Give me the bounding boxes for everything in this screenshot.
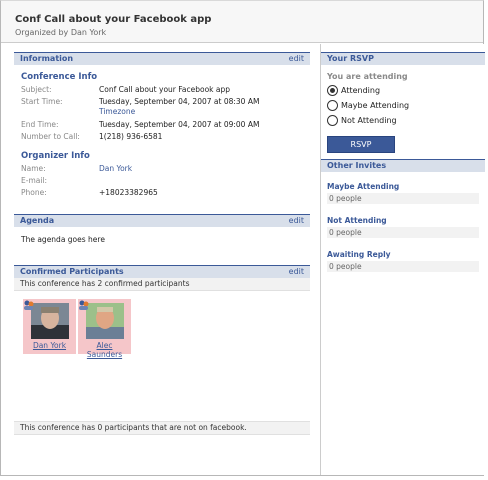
subject-label: Subject: (21, 85, 52, 94)
sidebar: Your RSVP You are attending Attending Ma… (320, 44, 485, 475)
name-row: Name: Dan York (14, 163, 310, 175)
friends-icon (24, 300, 34, 310)
radio-not-label: Not Attending (341, 116, 397, 125)
email-row: E-mail: (14, 175, 310, 187)
number-row: Number to Call: 1(218) 936-6581 (14, 131, 310, 143)
information-title: Information (20, 54, 74, 63)
radio-maybe-attending[interactable]: Maybe Attending (321, 100, 485, 115)
rsvp-title: Your RSVP (327, 54, 374, 63)
phone-row: Phone: +18023382965 (14, 187, 310, 199)
other-invites-bar: Other Invites (321, 159, 485, 172)
agenda-title: Agenda (20, 216, 55, 225)
start-time-row: Start Time: Tuesday, September 04, 2007 … (14, 96, 310, 119)
subject-value: Conf Call about your Facebook app (99, 85, 231, 94)
subject-row: Subject: Conf Call about your Facebook a… (14, 84, 310, 96)
name-label: Name: (21, 164, 46, 173)
agenda-bar: Agenda edit (14, 214, 310, 227)
rsvp-button[interactable]: RSVP (327, 136, 395, 153)
non-facebook-summary: This conference has 0 participants that … (14, 421, 310, 435)
avatar[interactable] (86, 303, 124, 339)
organizer-name-link[interactable]: Dan York (99, 164, 132, 173)
participants-summary: This conference has 2 confirmed particip… (14, 278, 310, 291)
participants-edit-link[interactable]: edit (289, 266, 304, 278)
agenda-edit-link[interactable]: edit (289, 215, 304, 227)
page-title: Conf Call about your Facebook app (15, 14, 212, 25)
conference-info-heading: Conference Info (21, 72, 98, 82)
rsvp-bar: Your RSVP (321, 52, 485, 65)
end-time-row: End Time: Tuesday, September 04, 2007 at… (14, 119, 310, 131)
information-bar: Information edit (14, 52, 310, 65)
radio-attending-label: Attending (341, 86, 381, 95)
page-header: Conf Call about your Facebook app Organi… (1, 1, 483, 43)
radio-unchecked-icon[interactable] (327, 115, 338, 126)
agenda-text: The agenda goes here (21, 235, 105, 244)
participant-name-link[interactable]: Dan York (23, 341, 76, 350)
not-attending-heading: Not Attending (327, 216, 387, 225)
main-column: Information edit Conference Info Subject… (14, 52, 310, 435)
number-value: 1(218) 936-6581 (99, 132, 163, 141)
avatar[interactable] (31, 303, 69, 339)
rsvp-status: You are attending (327, 72, 408, 81)
radio-maybe-label: Maybe Attending (341, 101, 410, 110)
participant-photos: Dan York Alec Saunders (14, 291, 310, 359)
start-time-label: Start Time: (21, 97, 63, 106)
organizer-line: Organized by Dan York (15, 28, 107, 37)
radio-unchecked-icon[interactable] (327, 100, 338, 111)
maybe-attending-heading: Maybe Attending (327, 182, 400, 191)
information-edit-link[interactable]: edit (289, 53, 304, 65)
maybe-attending-count: 0 people (327, 193, 479, 204)
awaiting-reply-count: 0 people (327, 261, 479, 272)
phone-value: +18023382965 (99, 188, 158, 197)
not-attending-count: 0 people (327, 227, 479, 238)
end-time-label: End Time: (21, 120, 59, 129)
radio-attending[interactable]: Attending (321, 85, 485, 100)
participant-card[interactable]: Alec Saunders (78, 299, 131, 359)
participant-card[interactable]: Dan York (23, 299, 76, 354)
friends-icon (79, 300, 89, 310)
end-time-value: Tuesday, September 04, 2007 at 09:00 AM (99, 120, 260, 129)
organizer-info-heading: Organizer Info (21, 151, 90, 161)
start-time-value: Tuesday, September 04, 2007 at 08:30 AM (99, 97, 260, 106)
email-label: E-mail: (21, 176, 48, 185)
other-invites-title: Other Invites (327, 161, 387, 170)
participant-name-link[interactable]: Alec Saunders (78, 341, 131, 359)
participants-title: Confirmed Participants (20, 267, 124, 276)
participants-bar: Confirmed Participants edit (14, 265, 310, 278)
timezone-link[interactable]: Timezone (99, 107, 135, 116)
radio-checked-icon[interactable] (327, 85, 338, 96)
radio-not-attending[interactable]: Not Attending (321, 115, 485, 130)
awaiting-reply-heading: Awaiting Reply (327, 250, 391, 259)
number-label: Number to Call: (21, 132, 80, 141)
phone-label: Phone: (21, 188, 47, 197)
